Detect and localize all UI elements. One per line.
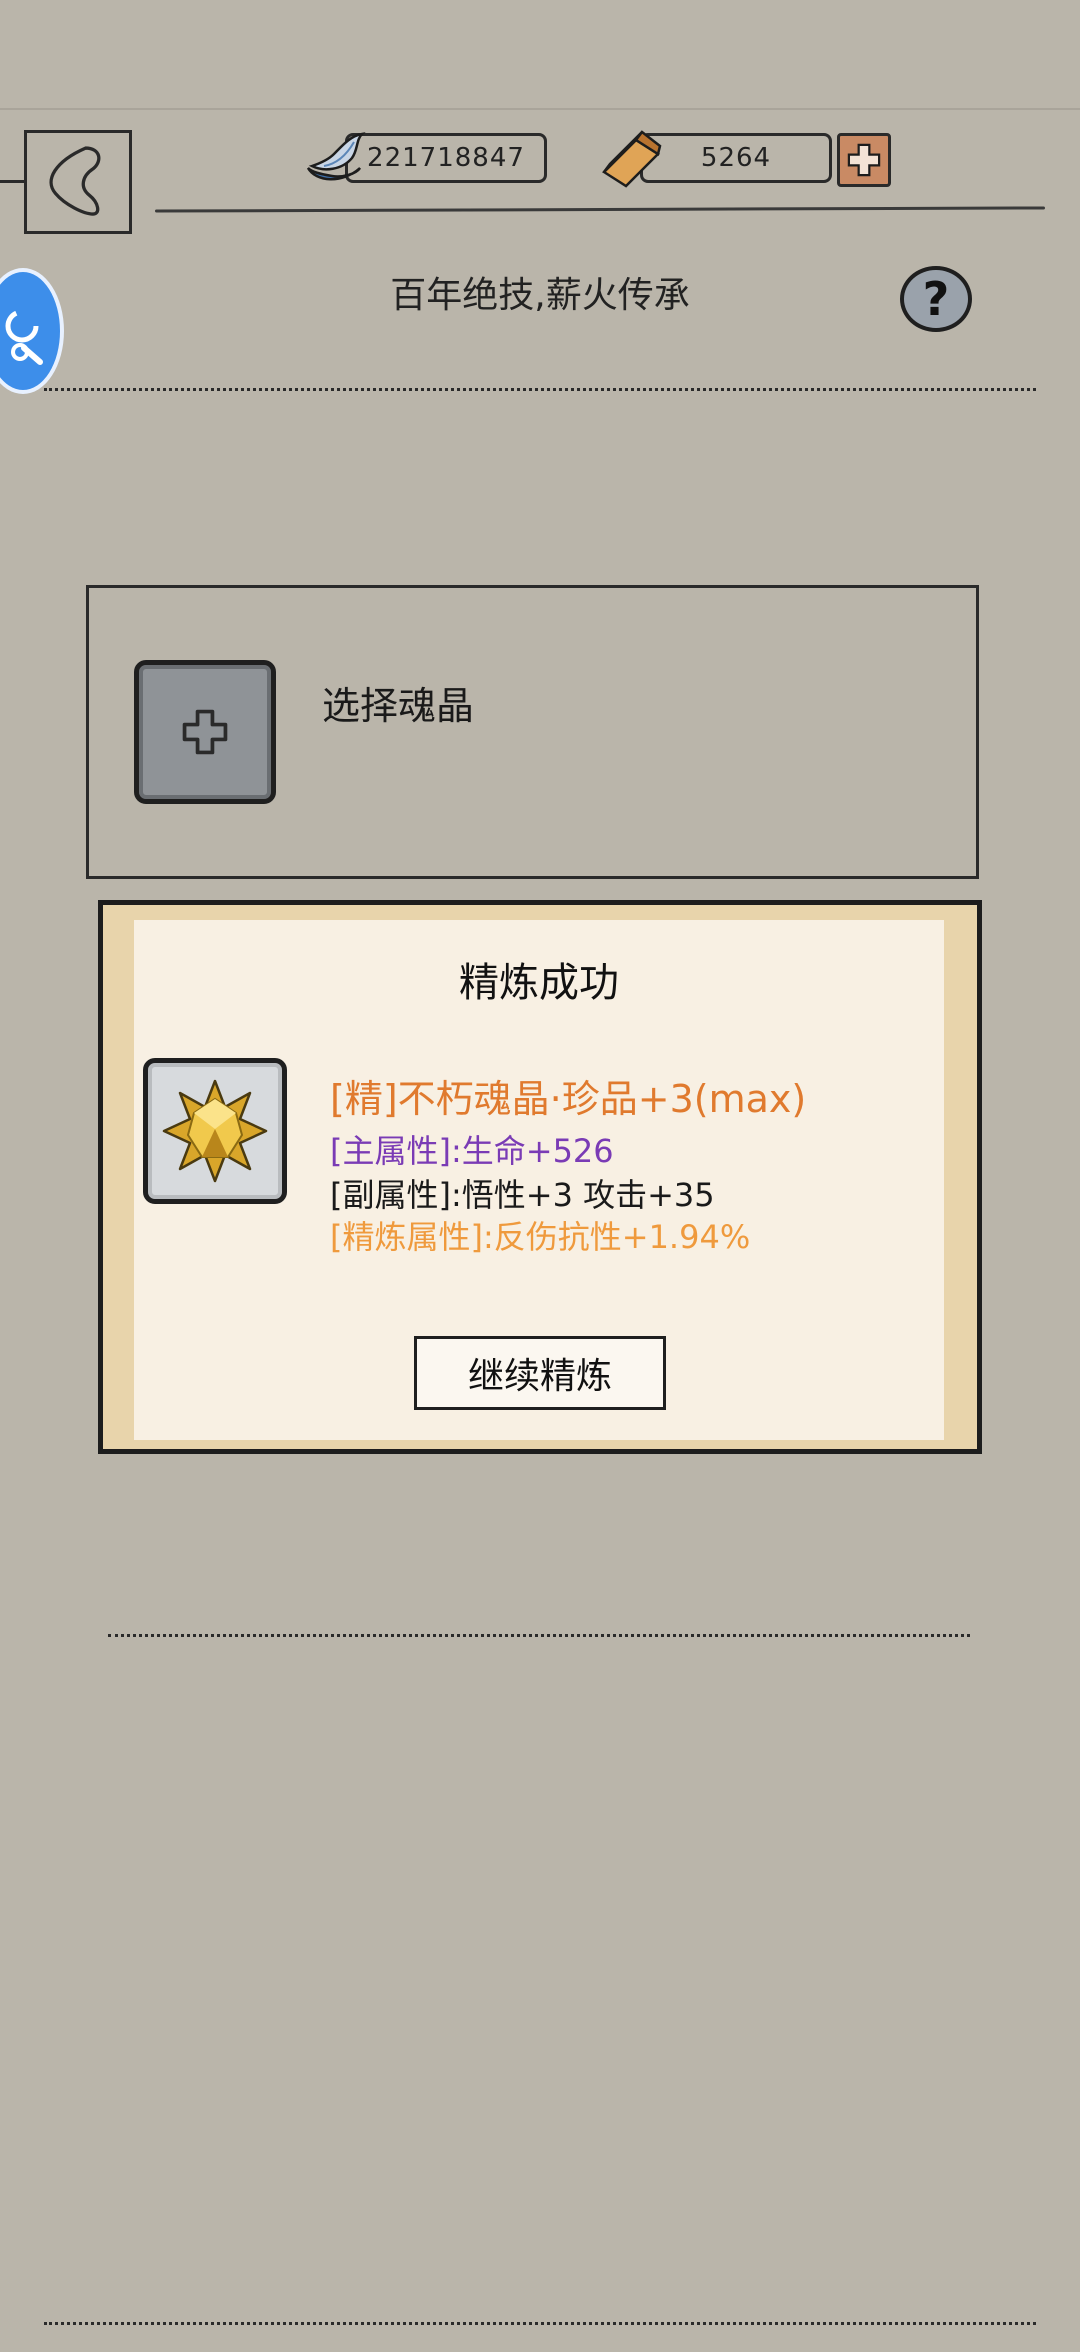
dotted-divider bbox=[108, 1634, 970, 1637]
silver-ingot-icon bbox=[302, 128, 366, 190]
back-button-stub bbox=[0, 180, 24, 183]
dialog-title: 精炼成功 bbox=[459, 960, 619, 1006]
continue-refine-label: 继续精炼 bbox=[467, 1356, 612, 1397]
back-arrow-icon bbox=[49, 146, 101, 216]
gold-bar-icon bbox=[600, 128, 662, 190]
item-icon-frame bbox=[143, 1058, 287, 1204]
question-mark-icon: ? bbox=[922, 272, 950, 326]
main-stat: [主属性]:生命+526 bbox=[330, 1132, 614, 1170]
sub-stat: [副属性]:悟性+3 攻击+35 bbox=[330, 1176, 715, 1214]
plus-icon bbox=[847, 143, 881, 177]
add-gold-button[interactable] bbox=[837, 133, 891, 187]
help-button[interactable]: ? bbox=[900, 266, 972, 332]
select-crystal-label: 选择魂晶 bbox=[322, 684, 475, 728]
silver-counter: 221718847 bbox=[345, 133, 547, 183]
select-crystal-slot[interactable] bbox=[134, 660, 276, 804]
silver-amount: 221718847 bbox=[367, 143, 525, 173]
header-underline bbox=[154, 206, 1046, 213]
dotted-divider bbox=[44, 2322, 1036, 2325]
continue-refine-button[interactable]: 继续精炼 bbox=[414, 1336, 666, 1410]
refine-stat: [精炼属性]:反伤抗性+1.94% bbox=[330, 1218, 751, 1256]
item-name: [精]不朽魂晶·珍品+3(max) bbox=[330, 1077, 807, 1121]
plus-icon bbox=[182, 709, 228, 755]
top-divider bbox=[0, 108, 1080, 110]
dotted-divider bbox=[44, 388, 1036, 391]
gold-amount: 5264 bbox=[700, 143, 772, 173]
gold-counter: 5264 bbox=[640, 133, 832, 183]
gold-star-crystal-icon bbox=[162, 1079, 268, 1183]
back-button[interactable] bbox=[24, 130, 132, 234]
